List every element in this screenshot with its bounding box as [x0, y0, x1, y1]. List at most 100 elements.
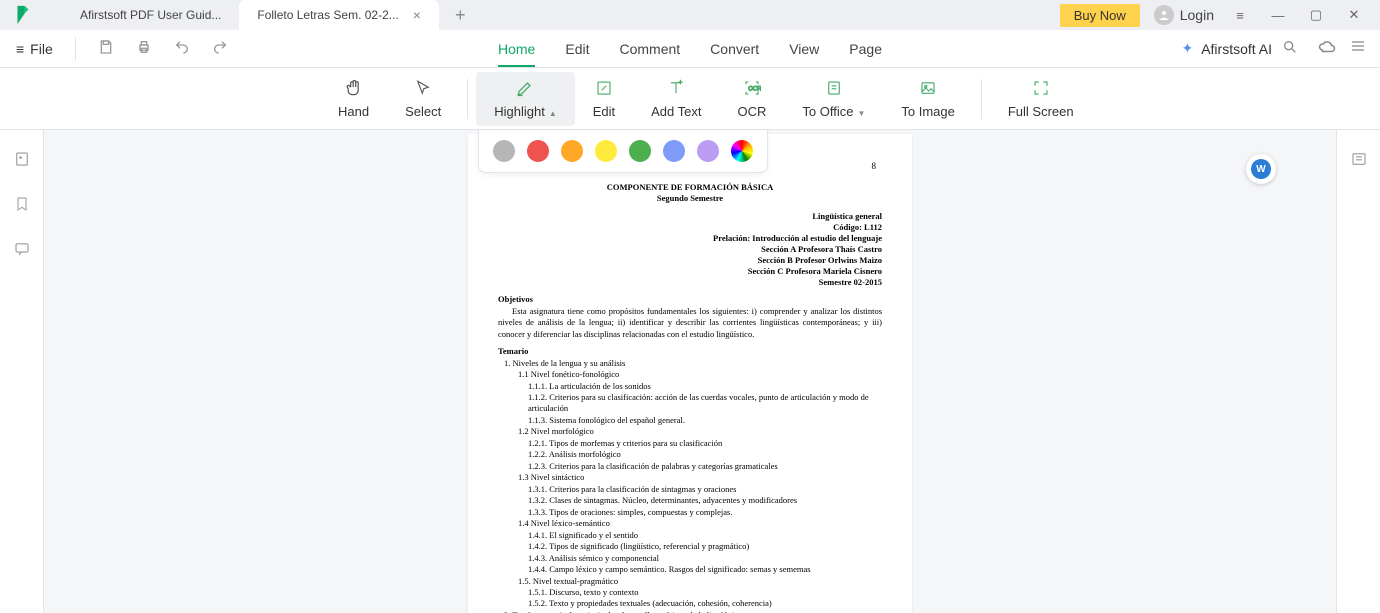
doc-title-2: Segundo Semestre [498, 193, 882, 204]
outline-item: 1.2.3. Criterios para la clasificación d… [528, 461, 882, 472]
tab-folleto[interactable]: Folleto Letras Sem. 02-2... × [239, 0, 439, 30]
add-text-label: Add Text [651, 104, 701, 119]
close-window-icon[interactable]: ✕ [1342, 3, 1366, 27]
edit-tool[interactable]: Edit [575, 72, 633, 126]
tab-comment[interactable]: Comment [619, 31, 680, 67]
close-icon[interactable]: × [413, 7, 421, 23]
title-bar: Afirstsoft PDF User Guid... Folleto Letr… [0, 0, 1380, 30]
app-logo-icon [12, 4, 34, 26]
tab-edit[interactable]: Edit [565, 31, 589, 67]
highlight-label: Highlight▲ [494, 104, 557, 119]
save-icon[interactable] [98, 39, 114, 58]
full-screen-tool[interactable]: Full Screen [990, 72, 1092, 126]
chevron-up-icon: ▲ [549, 109, 557, 118]
tab-title: Afirstsoft PDF User Guid... [80, 8, 221, 22]
right-rail [1336, 130, 1380, 613]
ocr-label: OCR [738, 104, 767, 119]
outline-item: 1.3.3. Tipos de oraciones: simples, comp… [528, 507, 882, 518]
page-number: 8 [872, 160, 877, 172]
hand-tool[interactable]: Hand [320, 72, 387, 126]
color-wheel[interactable] [731, 140, 753, 162]
tab-convert[interactable]: Convert [710, 31, 759, 67]
cursor-icon [414, 78, 432, 98]
settings-lines-icon[interactable] [1350, 38, 1366, 59]
color-gray[interactable] [493, 140, 515, 162]
color-yellow[interactable] [595, 140, 617, 162]
fullscreen-icon [1032, 78, 1050, 98]
outline-item: 1.5.2. Texto y propiedades textuales (ad… [528, 598, 882, 609]
outline-item: 1.1.1. La articulación de los sonidos [528, 381, 882, 392]
menu-icon[interactable]: ≡ [1228, 3, 1252, 27]
new-tab-button[interactable]: + [455, 5, 466, 26]
full-screen-label: Full Screen [1008, 104, 1074, 119]
ai-button[interactable]: ✦ Afirstsoft AI [1181, 40, 1272, 57]
convert-to-word-badge[interactable]: W [1246, 154, 1276, 184]
objetivos-heading: Objetivos [498, 294, 882, 305]
temario-heading: Temario [498, 346, 882, 357]
cloud-icon[interactable] [1318, 38, 1336, 59]
outline-item: 1.2.1. Tipos de morfemas y criterios par… [528, 438, 882, 449]
tab-view[interactable]: View [789, 31, 819, 67]
add-text-icon [667, 78, 685, 98]
login-button[interactable]: Login [1154, 5, 1214, 25]
redo-icon[interactable] [212, 39, 228, 58]
image-icon [919, 78, 937, 98]
to-office-tool[interactable]: To Office▼ [784, 72, 883, 126]
edit-label: Edit [593, 104, 615, 119]
toolbar: ≡ File Home Edit Comment Convert View Pa… [0, 30, 1380, 68]
doc-title-1: Componente de Formación Básica [498, 182, 882, 193]
edit-icon [595, 78, 613, 98]
print-icon[interactable] [136, 39, 152, 58]
meta-line: Lingüística general [498, 211, 882, 222]
properties-icon[interactable] [1350, 150, 1368, 171]
separator [981, 79, 982, 119]
bookmark-icon[interactable] [14, 195, 30, 216]
color-blue[interactable] [663, 140, 685, 162]
select-tool[interactable]: Select [387, 72, 459, 126]
left-rail [0, 130, 44, 613]
outline-item: 1.3.1. Criterios para la clasificación d… [528, 484, 882, 495]
color-red[interactable] [527, 140, 549, 162]
to-office-label: To Office▼ [802, 104, 865, 119]
outline-item: 1.4.4. Campo léxico y campo semántico. R… [528, 564, 882, 575]
outline-item: 1.2 Nivel morfológico [518, 426, 882, 437]
meta-line: Código: L112 [498, 222, 882, 233]
ocr-icon: OCR [743, 78, 761, 98]
ribbon: Hand Select Highlight▲ Edit Add Text OCR… [0, 68, 1380, 130]
tab-home[interactable]: Home [498, 31, 535, 67]
maximize-icon[interactable]: ▢ [1304, 3, 1328, 27]
page: 8 Componente de Formación Básica Segundo… [468, 134, 912, 613]
outline-item: 1.2.2. Análisis morfológico [528, 449, 882, 460]
avatar-icon [1154, 5, 1174, 25]
to-image-tool[interactable]: To Image [883, 72, 972, 126]
hand-icon [344, 78, 364, 98]
hand-label: Hand [338, 104, 369, 119]
minimize-icon[interactable]: — [1266, 3, 1290, 27]
color-green[interactable] [629, 140, 651, 162]
ai-label: Afirstsoft AI [1201, 41, 1272, 57]
undo-icon[interactable] [174, 39, 190, 58]
tab-user-guide[interactable]: Afirstsoft PDF User Guid... [62, 0, 239, 30]
color-orange[interactable] [561, 140, 583, 162]
outline-item: 1.5. Nivel textual-pragmático [518, 576, 882, 587]
document-canvas[interactable]: 8 Componente de Formación Básica Segundo… [44, 130, 1336, 613]
outline-item: 1.4.1. El significado y el sentido [528, 530, 882, 541]
sparkle-icon: ✦ [1181, 40, 1193, 57]
thumbnails-icon[interactable] [13, 150, 31, 171]
highlight-tool[interactable]: Highlight▲ [476, 72, 575, 126]
color-purple[interactable] [697, 140, 719, 162]
buy-now-button[interactable]: Buy Now [1060, 4, 1140, 27]
outline-item: 1.3.2. Clases de sintagmas. Núcleo, dete… [528, 495, 882, 506]
add-text-tool[interactable]: Add Text [633, 72, 719, 126]
meta-line: Sección A Profesora Thaís Castro [498, 244, 882, 255]
to-image-label: To Image [901, 104, 954, 119]
tab-page[interactable]: Page [849, 31, 882, 67]
comment-icon[interactable] [13, 240, 31, 261]
outline-item: 1.1.3. Sistema fonológico del español ge… [528, 415, 882, 426]
file-menu[interactable]: ≡ File [16, 37, 76, 61]
search-icon[interactable] [1282, 39, 1298, 58]
office-icon [825, 78, 843, 98]
ocr-tool[interactable]: OCR OCR [720, 72, 785, 126]
meta-line: Sección C Profesora Mariela Cisnero [498, 266, 882, 277]
outline-item: 1.3 Nivel sintáctico [518, 472, 882, 483]
